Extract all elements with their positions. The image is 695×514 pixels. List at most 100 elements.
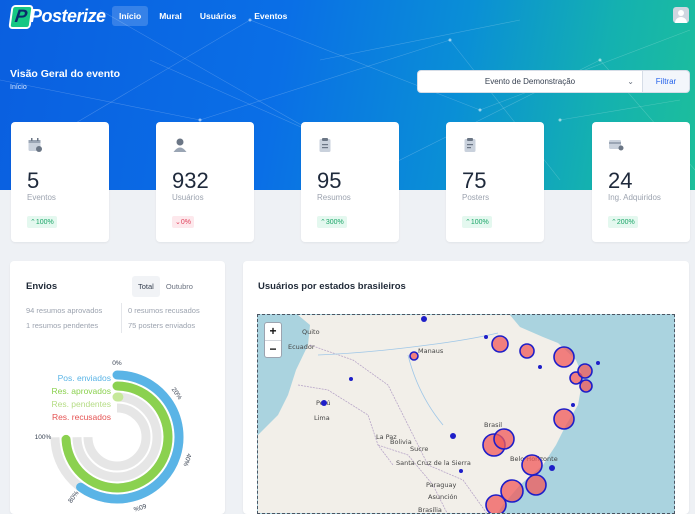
map-card: Usuários por estados brasileiros Quito E… [243, 261, 689, 514]
state-dot[interactable] [571, 403, 575, 407]
place-label: Quito [302, 328, 320, 336]
place-label: Paraguay [426, 481, 456, 489]
rejected-count: 0 resumos recusados [128, 306, 200, 315]
approved-count: 94 resumos aprovados [26, 306, 103, 315]
scale-label: 80% [67, 490, 80, 505]
zoom-in-button[interactable]: + [265, 323, 281, 340]
state-dot[interactable] [459, 469, 463, 473]
stat-label: Ing. Adquiridos [608, 193, 661, 202]
stat-value: 932 [172, 168, 209, 193]
place-label: Asunción [428, 493, 458, 501]
nav-eventos[interactable]: Eventos [247, 6, 294, 26]
place-label: Brasília [418, 506, 442, 514]
place-label: Santa Cruz de la Sierra [396, 459, 471, 467]
stat-delta-badge: ⌃100% [27, 216, 57, 228]
stat-value: 75 [462, 168, 487, 193]
state-dot[interactable] [484, 335, 488, 339]
pending-count: 1 resumos pendentes [26, 321, 99, 330]
state-marker[interactable] [553, 346, 575, 368]
stat-value: 5 [27, 168, 40, 193]
state-dot[interactable] [596, 361, 600, 365]
top-navbar: P Posterize Início Mural Usuários Evento… [0, 0, 695, 34]
stat-value: 95 [317, 168, 342, 193]
map-zoom-control: + − [264, 322, 282, 358]
place-label: La Paz [376, 433, 397, 441]
place-label: Sucre [410, 445, 428, 453]
state-marker[interactable] [577, 363, 593, 379]
calendar-icon [28, 138, 42, 152]
state-marker[interactable] [519, 343, 535, 359]
stat-delta-badge: ⌃200% [608, 216, 638, 228]
state-marker[interactable] [525, 474, 547, 496]
nav-mural[interactable]: Mural [152, 6, 189, 26]
logo-wordmark: Posterize [30, 6, 106, 26]
stat-label: Resumos [317, 193, 351, 202]
state-marker[interactable] [553, 408, 575, 430]
legend-res-aprovados: Res. aprovados [51, 386, 111, 396]
ticket-icon [609, 140, 624, 151]
state-dot[interactable] [321, 400, 327, 406]
legend-res-recusados: Res. recusados [52, 412, 111, 422]
state-dot[interactable] [450, 433, 456, 439]
zoom-out-button[interactable]: − [265, 340, 281, 357]
clipboard-icon [464, 138, 476, 152]
state-dot[interactable] [349, 377, 353, 381]
stat-delta-badge: ⌃100% [462, 216, 492, 228]
place-label: Ecuador [288, 343, 315, 351]
place-label: Manaus [418, 347, 444, 355]
stat-delta-badge: ⌄0% [172, 216, 194, 228]
stat-card-usuarios: 932 Usuários ⌄0% [156, 122, 254, 242]
event-select-value: Evento de Demonstração [484, 77, 576, 86]
stat-card-eventos: 5 Eventos ⌃100% [11, 122, 109, 242]
brazil-users-map[interactable]: Quito Ecuador Manaus Perú Lima Bolivia L… [257, 314, 675, 514]
user-icon [173, 138, 187, 152]
scale-label: 60% [132, 502, 147, 513]
state-marker[interactable] [485, 494, 507, 514]
posters-count: 75 posters enviados [128, 321, 196, 330]
breadcrumb[interactable]: Início [10, 84, 27, 91]
avatar-body [675, 17, 687, 23]
posterize-logo[interactable]: P Posterize [8, 4, 106, 30]
legend-pos-enviados: Pos. enviados [58, 373, 111, 383]
scale-label: 40% [181, 452, 192, 467]
legend-res-pendentes: Res. pendentes [51, 399, 111, 409]
place-label: Lima [314, 414, 330, 422]
page-title: Visão Geral do evento [10, 68, 121, 80]
stat-delta-badge: ⌃300% [317, 216, 347, 228]
envios-title: Envios [26, 281, 58, 292]
stat-card-resumos: 95 Resumos ⌃300% [301, 122, 399, 242]
place-label: Brasil [484, 421, 502, 429]
state-dot[interactable] [421, 316, 427, 322]
scale-label: 0% [112, 360, 122, 367]
user-avatar[interactable] [673, 7, 689, 23]
map-title: Usuários por estados brasileiros [258, 281, 406, 292]
stat-label: Usuários [172, 193, 204, 202]
stat-value: 24 [608, 168, 633, 193]
map-canvas: Quito Ecuador Manaus Perú Lima Bolivia L… [258, 315, 600, 514]
stat-card-ingressos: 24 Ing. Adquiridos ⌃200% [592, 122, 690, 242]
tab-outubro[interactable]: Outubro [160, 276, 199, 297]
envios-period-tabs: Total Outubro [132, 276, 199, 297]
state-marker[interactable] [579, 379, 593, 393]
stat-label: Posters [462, 193, 490, 202]
stat-label: Eventos [27, 193, 56, 202]
state-marker[interactable] [521, 454, 543, 476]
envios-radial-chart: Pos. enviados Res. aprovados Res. penden… [35, 360, 193, 513]
envios-card: Envios Total Outubro 94 resumos aprovado… [10, 261, 225, 514]
chevron-down-icon: ⌄ [627, 77, 634, 86]
scale-label: 100% [35, 434, 52, 441]
event-select[interactable]: Evento de Demonstração ⌄ [417, 70, 643, 93]
document-icon [319, 138, 331, 152]
nav-usuarios[interactable]: Usuários [193, 6, 243, 26]
state-dot[interactable] [538, 365, 542, 369]
nav-inicio[interactable]: Início [112, 6, 149, 26]
divider [121, 303, 122, 333]
scale-label: 20% [170, 386, 183, 401]
state-marker[interactable] [491, 335, 509, 353]
filter-button[interactable]: Filtrar [643, 70, 690, 93]
state-dot[interactable] [549, 465, 555, 471]
tab-total[interactable]: Total [132, 276, 160, 297]
state-marker[interactable] [493, 428, 515, 450]
main-nav: Início Mural Usuários Eventos [112, 6, 294, 26]
state-marker[interactable] [409, 351, 419, 361]
